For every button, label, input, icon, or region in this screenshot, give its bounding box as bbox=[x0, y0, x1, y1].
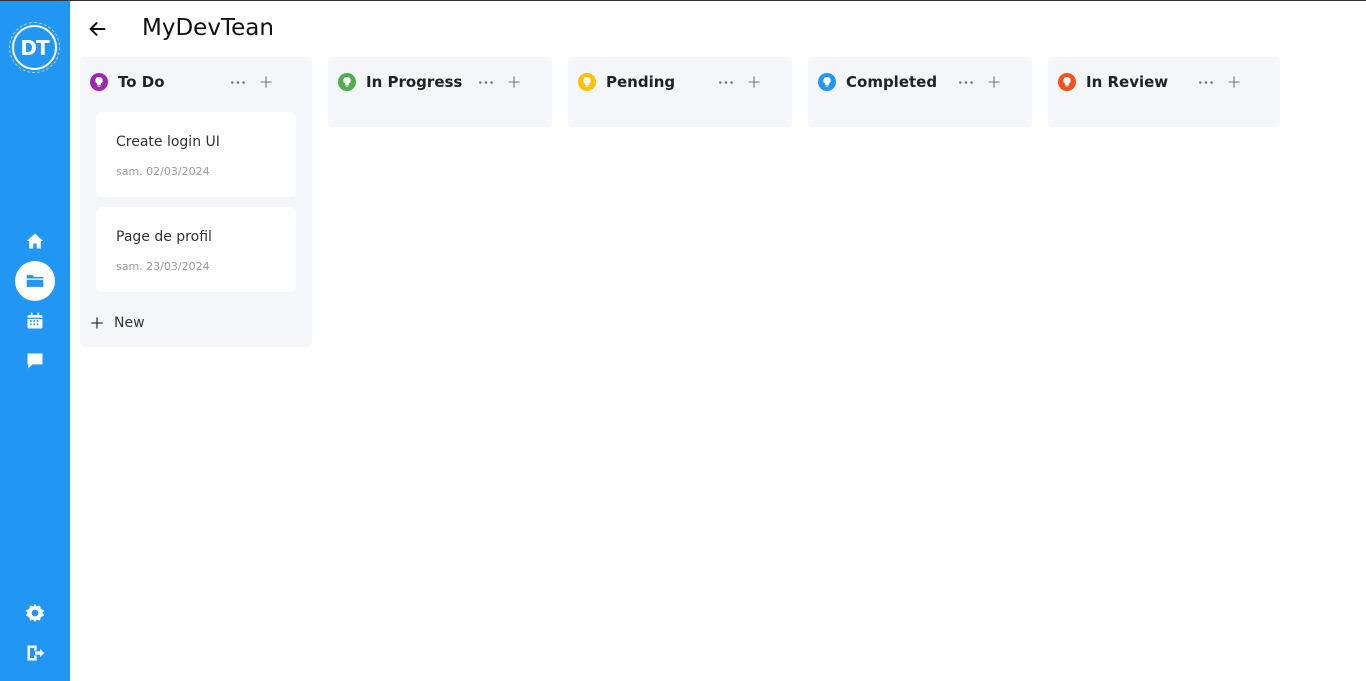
folder-icon bbox=[26, 275, 44, 287]
lightbulb-icon bbox=[338, 73, 356, 91]
sidebar-item-logout[interactable] bbox=[15, 633, 55, 673]
back-button[interactable] bbox=[86, 17, 110, 41]
plus-icon bbox=[748, 76, 760, 88]
new-task-button[interactable]: New bbox=[90, 313, 145, 333]
plus-icon bbox=[1228, 76, 1240, 88]
arrow-left-icon bbox=[89, 21, 106, 37]
chat-icon bbox=[27, 353, 43, 369]
column-more-button[interactable] bbox=[956, 73, 976, 91]
column-title: In Review bbox=[1086, 73, 1169, 91]
logout-icon bbox=[27, 645, 45, 661]
sidebar-item-home[interactable] bbox=[15, 221, 55, 261]
lightbulb-icon bbox=[818, 73, 836, 91]
sidebar-item-projects[interactable] bbox=[15, 261, 55, 301]
column-in-review: In Review bbox=[1048, 57, 1280, 127]
more-horizontal-icon bbox=[479, 80, 493, 84]
column-title: Pending bbox=[606, 73, 676, 91]
column-todo: To Do Create login UI sam. 02/03/2024 Pa… bbox=[80, 57, 312, 347]
column-title: To Do bbox=[118, 73, 165, 91]
task-title: Create login UI bbox=[116, 134, 220, 150]
column-add-button[interactable] bbox=[984, 72, 1004, 92]
column-add-button[interactable] bbox=[744, 72, 764, 92]
sidebar-item-messages[interactable] bbox=[15, 341, 55, 381]
column-header: In Progress bbox=[338, 72, 462, 92]
task-date: sam. 23/03/2024 bbox=[116, 260, 210, 273]
page-header: MyDevTean bbox=[70, 1, 1366, 57]
task-title: Page de profil bbox=[116, 229, 212, 245]
column-more-button[interactable] bbox=[228, 73, 248, 91]
task-card[interactable]: Create login UI sam. 02/03/2024 bbox=[96, 112, 296, 197]
lightbulb-icon bbox=[578, 73, 596, 91]
plus-icon bbox=[508, 76, 520, 88]
more-horizontal-icon bbox=[959, 80, 973, 84]
column-header: In Review bbox=[1058, 72, 1168, 92]
column-title: Completed bbox=[846, 73, 938, 91]
column-in-progress: In Progress bbox=[328, 57, 552, 127]
column-more-button[interactable] bbox=[476, 73, 496, 91]
column-title: In Progress bbox=[366, 73, 463, 91]
task-card[interactable]: Page de profil sam. 23/03/2024 bbox=[96, 207, 296, 292]
plus-icon bbox=[988, 76, 1000, 88]
column-more-button[interactable] bbox=[1196, 73, 1216, 91]
sidebar-item-settings[interactable] bbox=[15, 593, 55, 633]
more-horizontal-icon bbox=[231, 80, 245, 84]
column-more-button[interactable] bbox=[716, 73, 736, 91]
lightbulb-icon bbox=[1058, 73, 1076, 91]
column-header: Completed bbox=[818, 72, 937, 92]
plus-icon bbox=[260, 76, 272, 88]
column-completed: Completed bbox=[808, 57, 1032, 127]
sidebar-item-calendar[interactable] bbox=[15, 301, 55, 341]
column-header: Pending bbox=[578, 72, 675, 92]
column-header: To Do bbox=[90, 72, 165, 92]
app-logo[interactable]: DT bbox=[9, 22, 60, 73]
task-date: sam. 02/03/2024 bbox=[116, 165, 210, 178]
page-title: MyDevTean bbox=[142, 15, 274, 41]
more-horizontal-icon bbox=[719, 80, 733, 84]
column-add-button[interactable] bbox=[256, 72, 276, 92]
calendar-icon bbox=[27, 312, 43, 329]
plus-icon bbox=[91, 317, 103, 329]
lightbulb-icon bbox=[90, 73, 108, 91]
gear-icon bbox=[25, 603, 45, 623]
column-add-button[interactable] bbox=[1224, 72, 1244, 92]
more-horizontal-icon bbox=[1199, 80, 1213, 84]
sidebar: DT bbox=[0, 1, 70, 681]
column-add-button[interactable] bbox=[504, 72, 524, 92]
logo-ring bbox=[9, 22, 60, 73]
new-task-label: New bbox=[114, 315, 145, 331]
home-icon bbox=[26, 233, 44, 249]
column-pending: Pending bbox=[568, 57, 792, 127]
